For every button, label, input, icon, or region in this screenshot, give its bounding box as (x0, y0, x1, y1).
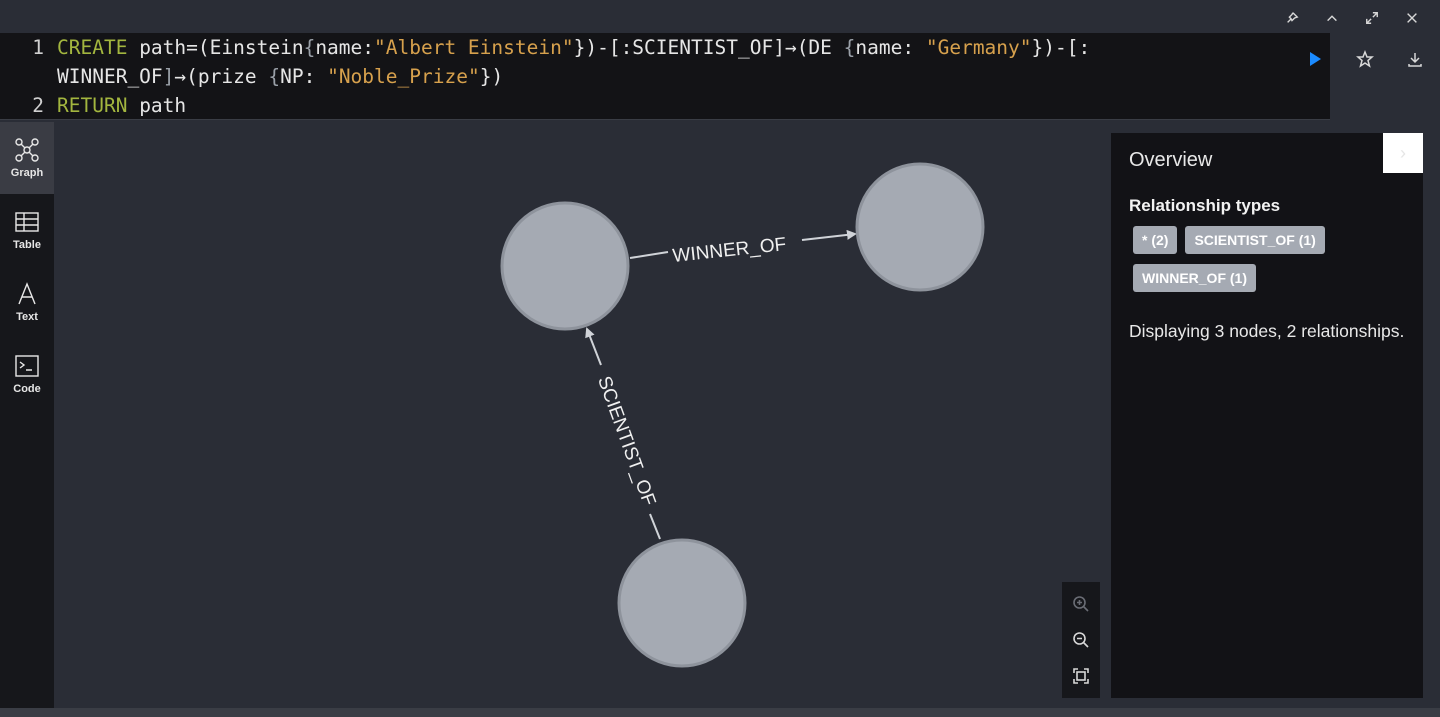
relationship-tag-winner-of[interactable]: WINNER_OF (1) (1133, 264, 1256, 292)
code-token: path=(Einstein (127, 36, 304, 59)
code-token: → (174, 65, 187, 88)
sidebar-label: Graph (10, 167, 44, 179)
editor-line: WINNER_OF]→(prize {NP: "Noble_Prize"}) (0, 62, 1330, 91)
code-token: })-[: (1031, 36, 1091, 59)
zoom-out-button[interactable] (1066, 625, 1096, 655)
overview-panel: › Overview Relationship types * (2) SCIE… (1111, 133, 1423, 698)
edge-label-winner-of: WINNER_OF (672, 234, 788, 267)
edge-winner-of-line-a[interactable] (629, 251, 669, 259)
code-token: name: (855, 36, 926, 59)
favorite-button[interactable] (1340, 46, 1390, 72)
line-number: 2 (32, 94, 44, 117)
window-controls (1272, 6, 1432, 30)
code-token: }) (479, 65, 504, 88)
code-token: "Noble_Prize" (327, 65, 480, 88)
code-token: (DE (796, 36, 844, 59)
chevron-up-icon (1327, 15, 1337, 22)
code-token: → (784, 36, 797, 59)
code-token: NP: (280, 65, 328, 88)
play-icon (1310, 52, 1321, 66)
code-token: path (127, 94, 187, 117)
download-icon (1408, 53, 1422, 67)
sidebar-item-graph[interactable]: Graph (0, 122, 54, 194)
close-button[interactable] (1392, 6, 1432, 30)
code-token: { (843, 36, 856, 59)
zoom-out-icon (1073, 632, 1089, 648)
sidebar-item-code[interactable]: Code (0, 338, 54, 410)
code-token: { (303, 36, 316, 59)
code-icon (15, 355, 39, 377)
overview-title: Overview (1129, 149, 1213, 171)
sidebar-label: Table (13, 239, 41, 251)
code-token: ] (162, 65, 175, 88)
table-icon (15, 212, 39, 232)
zoom-in-button[interactable] (1066, 589, 1096, 619)
code-token: "Germany" (925, 36, 1032, 59)
code-line-1b[interactable]: WINNER_OF]→(prize {NP: "Noble_Prize"}) (44, 62, 503, 91)
pin-button[interactable] (1272, 6, 1312, 30)
bottom-scrollbar (0, 708, 1440, 717)
code-token: name: (315, 36, 375, 59)
run-button[interactable] (1290, 46, 1340, 72)
expand-icon (1366, 12, 1378, 24)
edge-scientist-of-line-b[interactable] (585, 327, 602, 366)
line-number: 1 (32, 36, 44, 59)
edge-scientist-of-line-a[interactable] (649, 513, 661, 540)
relationship-types-heading: Relationship types (1129, 196, 1281, 215)
code-line-1a[interactable]: CREATE path=(Einstein{name:"Albert Einst… (44, 33, 1090, 62)
sidebar-item-text[interactable]: Text (0, 266, 54, 338)
relationship-tag-scientist-of[interactable]: SCIENTIST_OF (1) (1185, 226, 1325, 254)
editor-actions (1290, 46, 1440, 72)
overview-summary: Displaying 3 nodes, 2 relationships. (1129, 321, 1405, 341)
code-line-2[interactable]: RETURN path (44, 91, 186, 120)
graph-node-einstein[interactable] (500, 201, 630, 331)
zoom-controls (1062, 582, 1100, 698)
code-token: WINNER_OF (57, 65, 163, 88)
star-icon (1356, 50, 1374, 68)
fullscreen-button[interactable] (1352, 6, 1392, 30)
graph-node-germany[interactable] (617, 538, 747, 668)
graph-svg: WINNER_OF SCIENTIST_OF (500, 162, 985, 668)
code-token: "Albert Einstein" (374, 36, 574, 59)
query-editor[interactable]: 1 CREATE path=(Einstein{name:"Albert Ein… (0, 33, 1330, 120)
relationship-type-tags: * (2) SCIENTIST_OF (1) WINNER_OF (1) (1133, 226, 1393, 292)
code-token: RETURN (57, 94, 128, 117)
code-token: CREATE (57, 36, 128, 59)
download-button[interactable] (1390, 46, 1440, 72)
view-sidebar: Graph Table Text Code (0, 122, 54, 708)
code-token: })-[:SCIENTIST_OF] (573, 36, 785, 59)
relationship-tag-all[interactable]: * (2) (1133, 226, 1178, 254)
code-token: { (268, 65, 281, 88)
pin-icon (1287, 12, 1299, 23)
editor-line: 1 CREATE path=(Einstein{name:"Albert Ein… (0, 33, 1330, 62)
edge-label-scientist-of: SCIENTIST_OF (593, 374, 659, 509)
fit-to-screen-icon (1073, 668, 1089, 684)
editor-line: 2 RETURN path (0, 91, 1330, 120)
chevron-right-icon: › (1400, 142, 1406, 163)
sidebar-label: Text (16, 311, 38, 323)
graph-icon (15, 138, 39, 162)
sidebar-item-table[interactable]: Table (0, 194, 54, 266)
line-number-empty (0, 62, 44, 91)
sidebar-label: Code (13, 383, 41, 395)
text-icon (18, 282, 36, 305)
collapse-button[interactable] (1312, 6, 1352, 30)
edge-winner-of-line-b[interactable] (801, 229, 857, 241)
zoom-in-icon (1073, 596, 1089, 612)
fit-view-button[interactable] (1066, 661, 1096, 691)
graph-canvas[interactable]: WINNER_OF SCIENTIST_OF (54, 122, 1110, 708)
graph-node-prize[interactable] (855, 162, 985, 292)
overview-collapse-button[interactable]: › (1383, 133, 1423, 173)
code-token: (prize (186, 65, 269, 88)
close-icon (1407, 13, 1417, 23)
